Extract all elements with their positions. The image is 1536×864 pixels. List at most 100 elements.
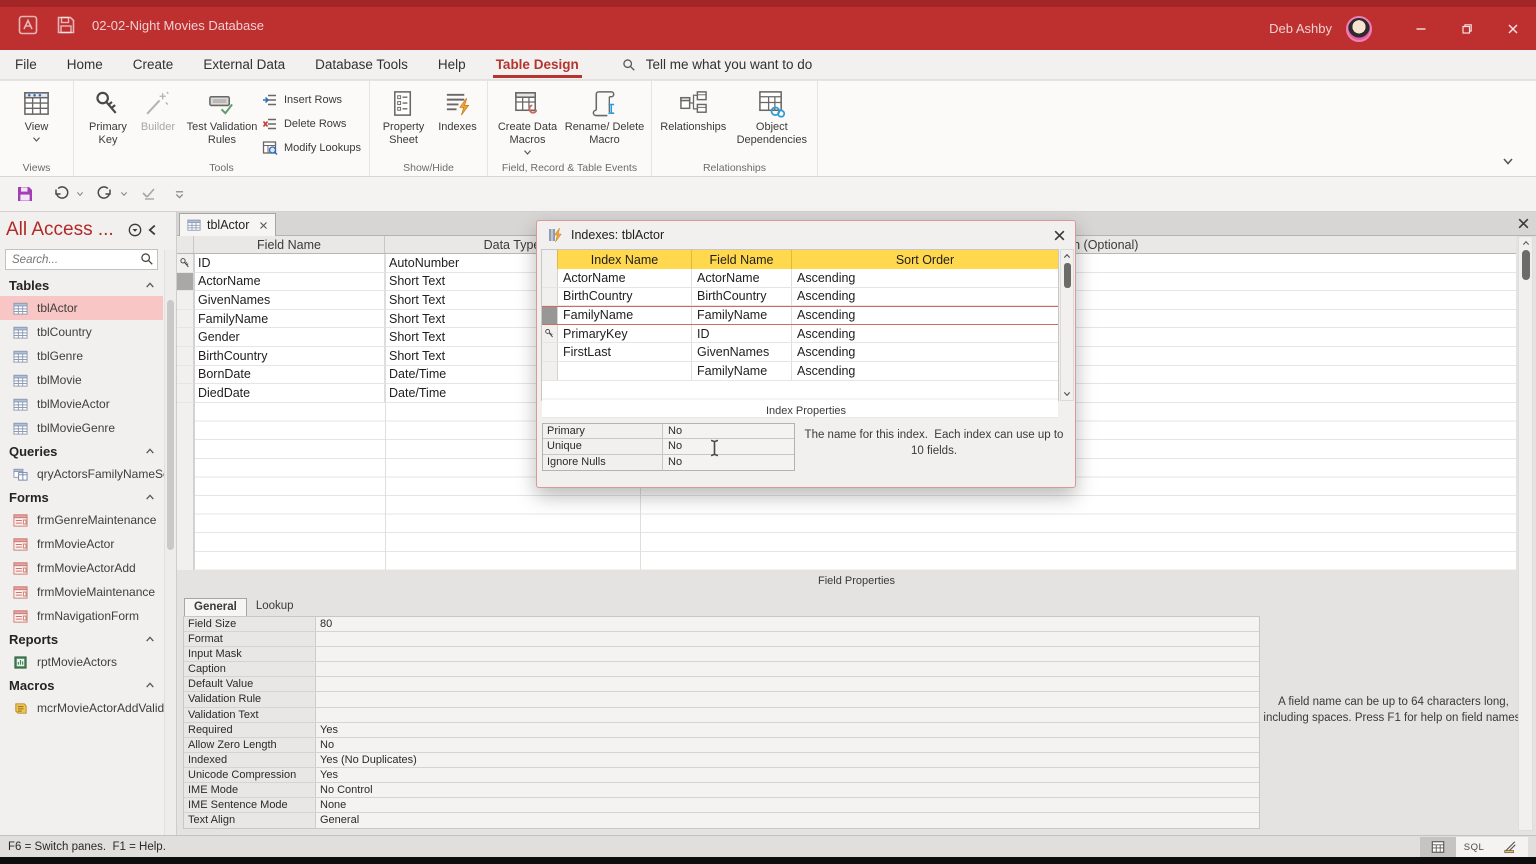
close-document-icon[interactable] — [1517, 217, 1530, 230]
sidebar-item-tblcountry[interactable]: tblCountry — [0, 320, 163, 344]
shutter-close-icon[interactable] — [147, 223, 157, 237]
ribbon-tab-database-tools[interactable]: Database Tools — [300, 50, 423, 79]
scrollbar-thumb[interactable] — [1064, 263, 1071, 288]
property-row-ime-mode[interactable]: IME ModeNo Control — [184, 783, 1259, 798]
property-row-allow-zero-length[interactable]: Allow Zero LengthNo — [184, 738, 1259, 753]
index-row-primarykey[interactable]: PrimaryKey ID Ascending — [542, 325, 1058, 344]
sidebar-item-tblgenre[interactable]: tblGenre — [0, 344, 163, 368]
ribbon-tab-table-design[interactable]: Table Design — [481, 50, 594, 79]
search-input[interactable] — [5, 249, 158, 270]
group-header-tables[interactable]: Tables — [0, 274, 163, 296]
property-row-validation-text[interactable]: Validation Text — [184, 708, 1259, 723]
index-property-ignore-nulls[interactable]: Ignore NullsNo — [543, 455, 794, 470]
restore-button[interactable] — [1444, 7, 1490, 50]
modify-lookups-button[interactable]: Modify Lookups — [262, 136, 361, 160]
property-row-validation-rule[interactable]: Validation Rule — [184, 692, 1259, 707]
row-selector[interactable] — [542, 269, 558, 287]
sidebar-item-tblmovie[interactable]: tblMovie — [0, 368, 163, 392]
scroll-up-icon[interactable] — [1063, 253, 1071, 259]
redo-dropdown-chevron[interactable] — [120, 191, 128, 197]
row-selector[interactable] — [177, 384, 194, 402]
group-header-forms[interactable]: Forms — [0, 486, 163, 508]
relationships-button[interactable]: Relationships — [656, 86, 731, 137]
indexes-button[interactable]: Indexes — [433, 86, 483, 137]
rename-delete-macro-button[interactable]: Rename/ Delete Macro — [563, 86, 647, 150]
object-dependencies-button[interactable]: Object Dependencies — [731, 86, 813, 150]
ribbon-tab-create[interactable]: Create — [118, 50, 189, 79]
index-row-familyname-selected[interactable]: FamilyName FamilyName Ascending — [542, 306, 1058, 325]
avatar[interactable] — [1346, 16, 1372, 42]
indexes-scrollbar[interactable] — [1060, 249, 1074, 401]
close-tab-icon[interactable] — [259, 221, 268, 230]
undo-button[interactable] — [52, 185, 70, 203]
sidebar-scrollbar[interactable] — [164, 250, 176, 835]
ribbon-tab-home[interactable]: Home — [52, 50, 118, 79]
sidebar-scrollbar-thumb[interactable] — [167, 300, 174, 550]
sidebar-item-frmgenremaintenance[interactable]: frmGenreMaintenance — [0, 508, 163, 532]
group-header-reports[interactable]: Reports — [0, 628, 163, 650]
account-name[interactable]: Deb Ashby — [1269, 21, 1332, 36]
sidebar-item-tblmovieactor[interactable]: tblMovieActor — [0, 392, 163, 416]
document-scrollbar[interactable] — [1518, 236, 1533, 831]
property-row-unicode-compression[interactable]: Unicode CompressionYes — [184, 768, 1259, 783]
property-row-indexed[interactable]: IndexedYes (No Duplicates) — [184, 753, 1259, 768]
property-sheet-button[interactable]: Property Sheet — [375, 86, 433, 150]
undo-dropdown-chevron[interactable] — [76, 191, 84, 197]
sidebar-item-qryactorsfamilyname[interactable]: qryActorsFamilyNameSe... — [0, 462, 163, 486]
row-selector[interactable] — [177, 254, 194, 272]
sidebar-item-rptmovieactors[interactable]: rptMovieActors — [0, 650, 163, 674]
sidebar-item-frmmovieactoradd[interactable]: frmMovieActorAdd — [0, 556, 163, 580]
property-row-ime-sentence-mode[interactable]: IME Sentence ModeNone — [184, 798, 1259, 813]
close-button[interactable] — [1490, 7, 1536, 50]
index-row-birthcountry[interactable]: BirthCountry BirthCountry Ascending — [542, 288, 1058, 307]
ribbon-tab-file[interactable]: File — [0, 50, 52, 79]
datasheet-view-button[interactable] — [1420, 837, 1456, 857]
property-row-required[interactable]: RequiredYes — [184, 723, 1259, 738]
primary-key-button[interactable]: Primary Key — [82, 86, 134, 150]
tell-me-search[interactable]: Tell me what you want to do — [622, 57, 813, 72]
row-selector[interactable] — [177, 347, 194, 365]
delete-rows-button[interactable]: Delete Rows — [262, 112, 361, 136]
pane-menu-icon[interactable] — [128, 223, 142, 237]
test-validation-rules-button[interactable]: Test Validation Rules — [182, 86, 262, 150]
scrollbar-thumb[interactable] — [1522, 250, 1530, 280]
property-row-text-align[interactable]: Text AlignGeneral — [184, 813, 1259, 828]
row-selector[interactable] — [177, 310, 194, 328]
row-selector[interactable] — [542, 343, 558, 361]
row-selector[interactable] — [177, 273, 194, 291]
row-selector[interactable] — [177, 291, 194, 309]
close-dialog-icon[interactable] — [1053, 229, 1066, 242]
sidebar-item-tblactor[interactable]: tblActor — [0, 296, 163, 320]
group-header-macros[interactable]: Macros — [0, 674, 163, 696]
view-button[interactable]: View — [20, 86, 53, 146]
create-data-macros-button[interactable]: Create Data Macros — [493, 86, 563, 159]
tab-lookup[interactable]: Lookup — [247, 598, 303, 616]
sidebar-item-mcrmovieactoraddvalid[interactable]: mcrMovieActorAddValid... — [0, 696, 163, 720]
sidebar-item-frmmovieactor[interactable]: frmMovieActor — [0, 532, 163, 556]
design-view-button[interactable] — [1492, 837, 1528, 857]
tab-tblactor[interactable]: tblActor — [179, 213, 276, 236]
property-row-default-value[interactable]: Default Value — [184, 677, 1259, 692]
insert-rows-button[interactable]: Insert Rows — [262, 88, 361, 112]
collapse-ribbon-chevron[interactable] — [1502, 157, 1514, 166]
row-selector[interactable] — [542, 307, 558, 324]
property-row-format[interactable]: Format — [184, 632, 1259, 647]
scroll-down-icon[interactable] — [1063, 391, 1071, 397]
property-row-field-size[interactable]: Field Size80 — [184, 617, 1259, 632]
index-row-actorname[interactable]: ActorName ActorName Ascending — [542, 269, 1058, 288]
save-button[interactable] — [16, 185, 34, 203]
index-property-unique[interactable]: UniqueNo — [543, 439, 794, 454]
sidebar-item-frmmoviemaintenance[interactable]: frmMovieMaintenance — [0, 580, 163, 604]
ribbon-tab-external-data[interactable]: External Data — [188, 50, 300, 79]
sidebar-item-frmnavigationform[interactable]: frmNavigationForm — [0, 604, 163, 628]
sidebar-item-tblmoviegenre[interactable]: tblMovieGenre — [0, 416, 163, 440]
sql-view-button[interactable]: SQL — [1456, 837, 1492, 857]
row-selector[interactable] — [542, 325, 558, 343]
row-selector[interactable] — [542, 362, 558, 380]
redo-button[interactable] — [96, 185, 114, 203]
index-row-firstlast[interactable]: FirstLast GivenNames Ascending — [542, 343, 1058, 362]
index-property-primary[interactable]: PrimaryNo — [543, 424, 794, 439]
minimize-button[interactable] — [1398, 7, 1444, 50]
save-icon[interactable] — [56, 15, 76, 35]
property-row-input-mask[interactable]: Input Mask — [184, 647, 1259, 662]
